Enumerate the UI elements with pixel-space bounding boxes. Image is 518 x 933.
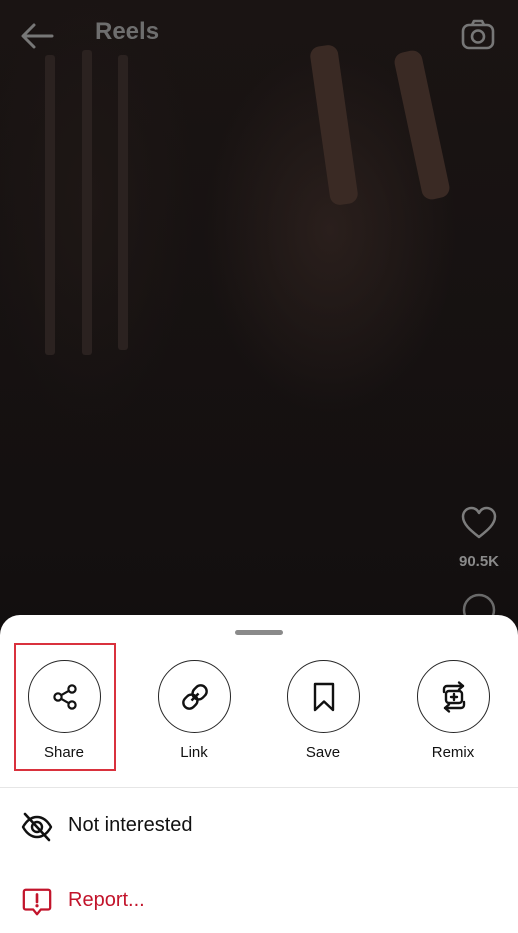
quick-actions-row: Share Link Save Remix: [0, 657, 518, 777]
options-bottom-sheet: Share Link Save Remix Not interested Rep…: [0, 615, 518, 933]
sheet-drag-handle[interactable]: [235, 630, 283, 635]
camera-icon[interactable]: [460, 17, 496, 53]
save-label: Save: [305, 744, 341, 761]
not-interested-label: Not interested: [68, 814, 193, 836]
like-count: 90.5K: [458, 553, 500, 570]
remix-button-circle: [417, 660, 490, 733]
save-button[interactable]: Save: [273, 657, 373, 767]
heart-icon[interactable]: [460, 505, 498, 541]
link-button-circle: [158, 660, 231, 733]
not-interested-option[interactable]: Not interested: [0, 801, 518, 851]
stump-shape: [118, 55, 128, 350]
link-label: Link: [180, 744, 208, 761]
report-option[interactable]: Report...: [0, 876, 518, 926]
share-button[interactable]: Share: [14, 657, 114, 767]
page-title: Reels: [95, 18, 160, 45]
link-icon: [181, 683, 208, 710]
share-button-circle: [28, 660, 101, 733]
remix-icon: [442, 680, 465, 713]
divider: [0, 787, 518, 788]
save-button-circle: [287, 660, 360, 733]
bookmark-icon: [313, 682, 334, 711]
share-label: Share: [43, 744, 85, 761]
stump-shape: [45, 55, 55, 355]
stump-shape: [82, 50, 92, 355]
share-icon: [52, 683, 77, 710]
report-label: Report...: [68, 889, 145, 911]
top-bar: Reels: [0, 0, 518, 72]
remix-button[interactable]: Remix: [403, 657, 503, 767]
remix-label: Remix: [431, 744, 475, 761]
report-icon: [22, 888, 52, 916]
arrow-left-icon[interactable]: [18, 18, 56, 54]
link-button[interactable]: Link: [144, 657, 244, 767]
eye-off-icon: [21, 812, 53, 842]
